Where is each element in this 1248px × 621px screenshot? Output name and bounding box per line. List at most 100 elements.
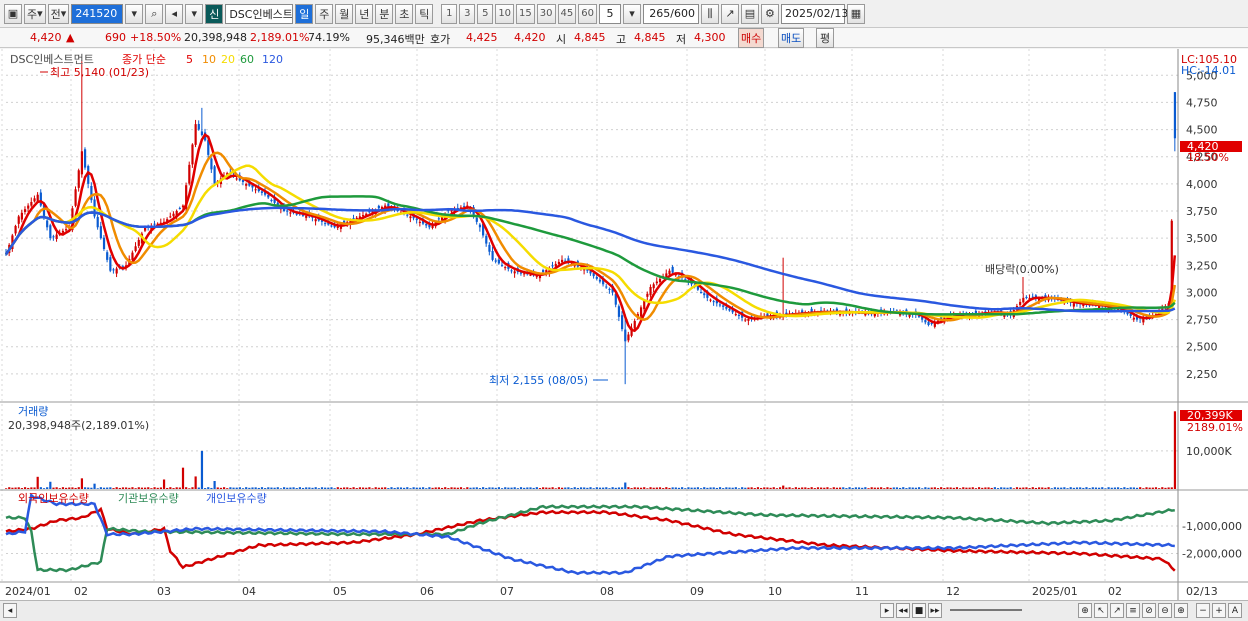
candle-body — [23, 209, 27, 212]
period-minute-button[interactable]: 분 — [375, 3, 394, 24]
plus-icon[interactable]: + — [1212, 603, 1226, 618]
candle-type-icon[interactable]: ⫼ — [700, 3, 719, 24]
period-week-button[interactable]: 주 — [315, 3, 334, 24]
volume-bar — [343, 487, 346, 489]
period-month-button[interactable]: 월 — [335, 3, 354, 24]
zoom-slider[interactable] — [950, 609, 1022, 611]
current-price: 4,420 — [30, 31, 62, 44]
candle-body — [197, 123, 200, 130]
volume-bar — [766, 487, 769, 489]
period-day-button[interactable]: 일 — [295, 3, 314, 24]
x-tick-label: 10 — [768, 585, 782, 598]
count-value: 265 — [649, 7, 671, 20]
volume-bar — [892, 487, 895, 489]
cursor-icon[interactable]: ↖ — [1094, 603, 1108, 618]
count-input[interactable]: 265/600 — [642, 3, 699, 24]
scroll-left-icon[interactable]: ◂ — [3, 603, 17, 618]
stop-icon[interactable]: ■ — [912, 603, 926, 618]
volume-bar — [175, 487, 178, 489]
volume-bar — [371, 488, 374, 489]
volume-bar — [927, 487, 930, 489]
interval-60-button[interactable]: 60 — [578, 3, 597, 24]
menu-dropdown-icon[interactable]: ▾ — [185, 3, 204, 24]
minus-icon[interactable]: − — [1196, 603, 1210, 618]
volume-bar — [58, 488, 61, 489]
interval-15-button[interactable]: 15 — [516, 3, 535, 24]
zoom-fit-icon[interactable]: ⊕ — [1078, 603, 1092, 618]
volume-bar — [838, 487, 842, 489]
volume-bar — [1034, 487, 1038, 489]
volume-bar — [987, 487, 990, 489]
candle-body — [409, 216, 412, 219]
interval-5-button[interactable]: 5 — [477, 3, 494, 24]
candle-body — [608, 288, 611, 290]
prev-label: 전 — [50, 7, 61, 21]
candle-body — [169, 216, 172, 218]
chart-menu-icon[interactable]: ▣ — [4, 3, 22, 24]
volume-bar — [52, 487, 55, 489]
date-input[interactable]: 2025/02/13 — [780, 3, 848, 24]
average-button[interactable]: 평 — [816, 28, 834, 48]
rewind-icon[interactable]: ◂◂ — [896, 603, 910, 618]
period-tick-button[interactable]: 틱 — [415, 3, 434, 24]
period-second-button[interactable]: 초 — [395, 3, 414, 24]
volume-bar — [361, 487, 365, 489]
candle-body — [33, 198, 36, 202]
interval-input[interactable]: 5 — [598, 3, 621, 24]
draw-tool-icon[interactable]: ↗ — [720, 3, 739, 24]
interval-10-button[interactable]: 10 — [495, 3, 515, 24]
candle-body — [415, 218, 418, 221]
calendar-icon[interactable]: ▦ — [846, 3, 865, 24]
zoom-out-icon[interactable]: ⊖ — [1158, 603, 1172, 618]
interval-45-button[interactable]: 45 — [557, 3, 577, 24]
period-select[interactable]: 주 ▾ — [24, 3, 46, 24]
volume-bar — [459, 487, 463, 489]
interval-30-button[interactable]: 30 — [536, 3, 556, 24]
stock-name-field[interactable]: DSC인베스트 — [225, 3, 294, 24]
buy-button[interactable]: 매수 — [738, 28, 765, 48]
y-tick-label: 3,750 — [1186, 205, 1218, 218]
trade-amount: 95,346백만 — [366, 33, 425, 46]
candle-body — [52, 236, 55, 238]
volume-bar — [204, 488, 207, 489]
code-input[interactable]: 241520 — [71, 3, 124, 24]
prev-button[interactable]: 전 ▾ — [47, 3, 70, 24]
period-year-button[interactable]: 년 — [355, 3, 374, 24]
measure-icon[interactable]: ⊘ — [1142, 603, 1156, 618]
volume-bar — [42, 488, 46, 489]
x-tick-label: 2024/01 — [5, 585, 51, 598]
code-dropdown-icon[interactable]: ▾ — [125, 3, 144, 24]
volume-bar — [756, 487, 760, 489]
volume-bar — [1158, 488, 1161, 489]
candle-body — [523, 273, 526, 275]
new-badge[interactable]: 신 — [205, 3, 224, 24]
volume-bar — [962, 487, 965, 489]
interval-3-button[interactable]: 3 — [459, 3, 476, 24]
volume-bar — [1145, 487, 1148, 489]
sell-button[interactable]: 매도 — [778, 28, 805, 48]
volume-bar — [71, 487, 74, 489]
interval-1-button[interactable]: 1 — [441, 3, 458, 24]
fib-icon[interactable]: ≡ — [1126, 603, 1140, 618]
sound-icon[interactable]: ◂ — [165, 3, 184, 24]
x-tick-label: 09 — [690, 585, 704, 598]
volume-bar — [996, 488, 1000, 489]
scroll-right-icon[interactable]: ▸ — [880, 603, 894, 618]
volume-bar — [876, 487, 880, 489]
volume-bar — [241, 488, 245, 489]
save-icon[interactable]: ▤ — [740, 3, 759, 24]
volume-bar — [5, 488, 8, 489]
volume-bar — [883, 488, 886, 489]
volume-bar — [946, 487, 949, 489]
interval-dropdown-icon[interactable]: ▾ — [622, 3, 641, 24]
zoom-in-icon[interactable]: ⊕ — [1174, 603, 1188, 618]
volume-bar — [406, 487, 409, 489]
search-icon[interactable]: ⌕ — [145, 3, 164, 24]
scroll-bar[interactable]: ◂ ▸ ◂◂ ■ ▸▸ ⊕ ↖ ↗ ≡ ⊘ ⊖ ⊕ − + A — [0, 600, 1248, 621]
volume-bar — [39, 487, 42, 489]
trend-icon[interactable]: ↗ — [1110, 603, 1124, 618]
text-tool-icon[interactable]: A — [1228, 603, 1242, 618]
settings-icon[interactable]: ⚙ — [760, 3, 779, 24]
forward-icon[interactable]: ▸▸ — [928, 603, 942, 618]
toolbar: ▣ 주 ▾ 전 ▾ 241520 ▾ ⌕ ◂ ▾ 신 DSC인베스트 일 주 월 년… — [0, 0, 1248, 28]
